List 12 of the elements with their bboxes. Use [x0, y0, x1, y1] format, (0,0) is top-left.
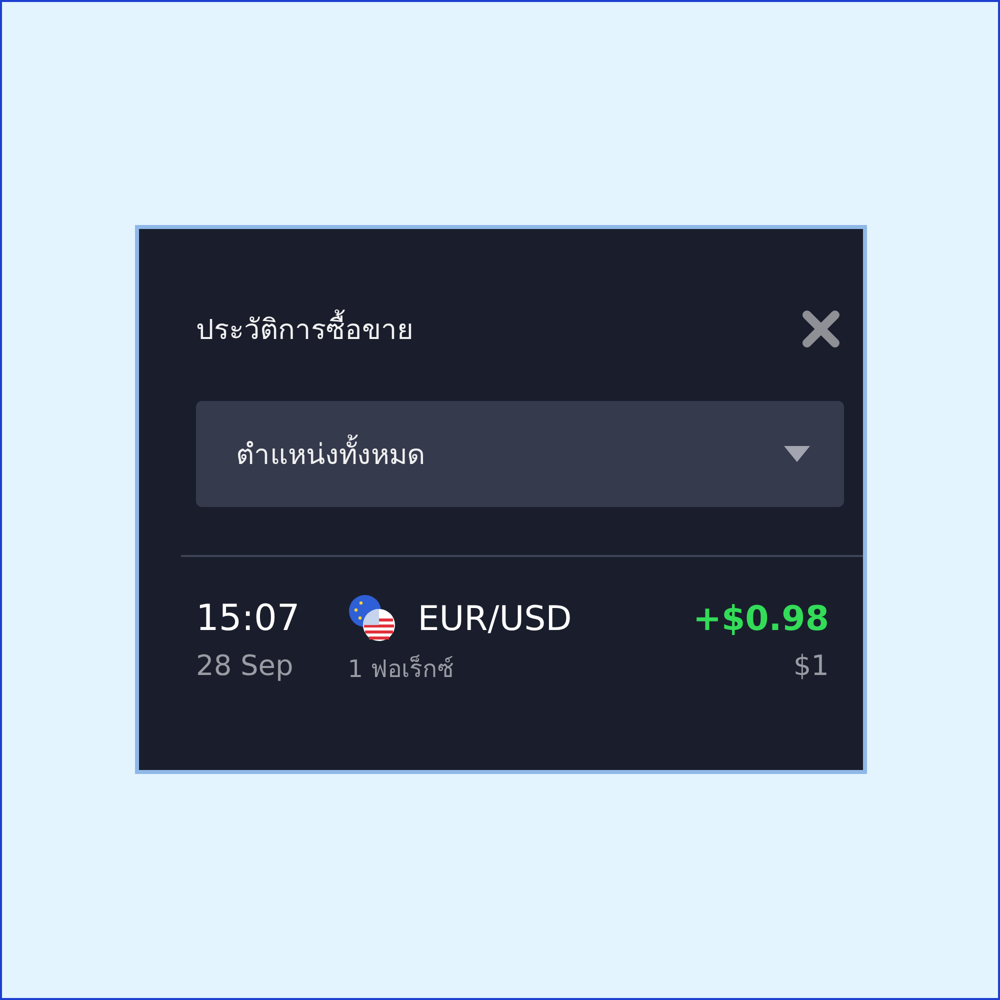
trade-row[interactable]: 15:07 28 Sep EUR/USD 1 ฟอเร็กซ์ +$0.98 $1 [139, 557, 863, 688]
trade-amount: $1 [793, 649, 829, 682]
instrument-type: 1 ฟอเร็กซ์ [348, 654, 455, 685]
close-icon[interactable] [801, 309, 841, 349]
trade-profit: +$0.98 [692, 598, 829, 641]
currency-flags-icon [348, 594, 398, 644]
filter-dropdown[interactable]: ตำแหน่งทั้งหมด [196, 401, 844, 507]
trade-time: 15:07 [196, 597, 300, 641]
panel-title: ประวัติการซื้อขาย [196, 307, 413, 351]
dropdown-caret-icon [784, 446, 810, 462]
currency-pair: EUR/USD [418, 599, 572, 639]
trade-date: 28 Sep [196, 649, 294, 682]
